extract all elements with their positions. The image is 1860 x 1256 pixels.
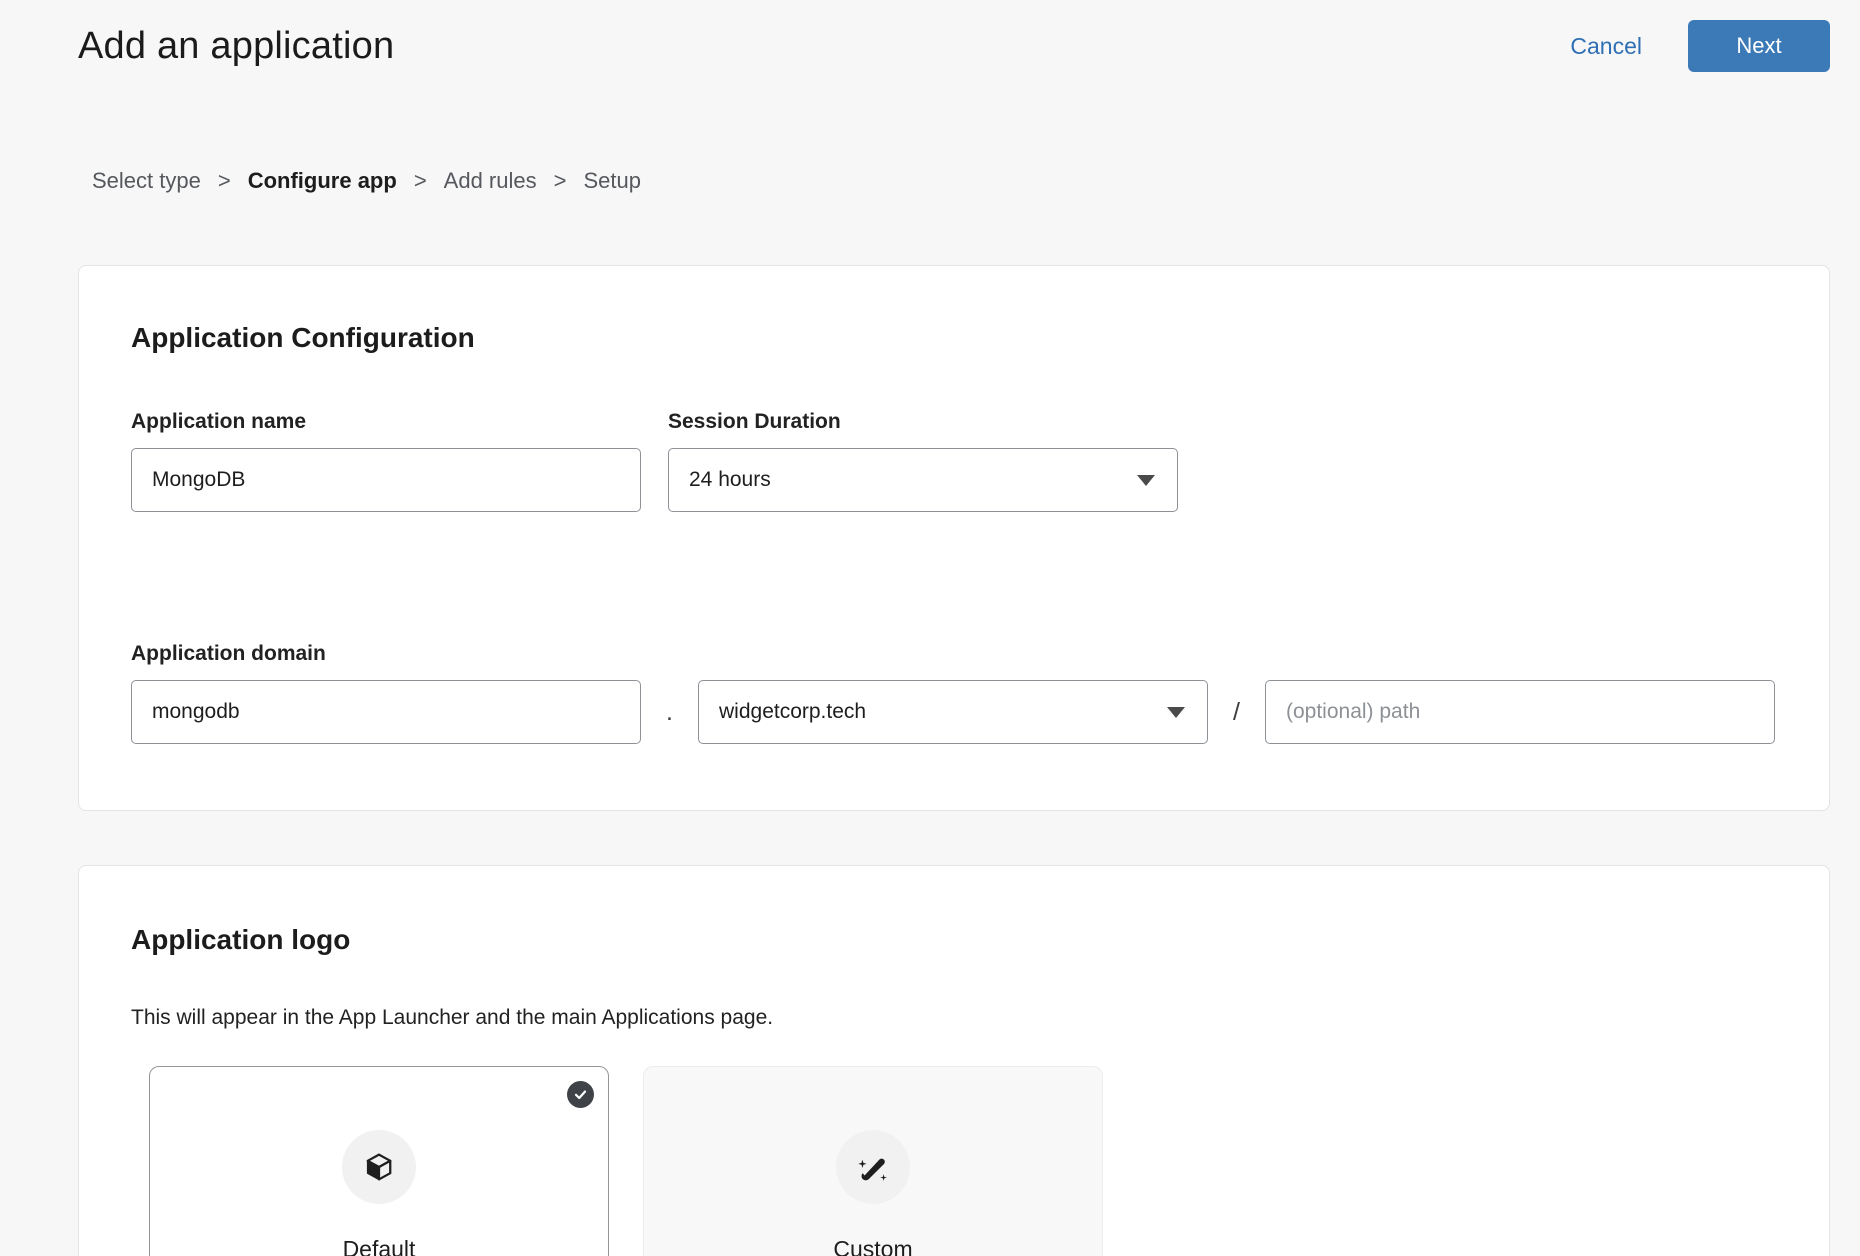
path-slash-separator: / — [1208, 698, 1265, 727]
subdomain-input[interactable] — [131, 680, 641, 744]
breadcrumb-separator: > — [218, 168, 231, 194]
header-actions: Cancel Next — [1570, 20, 1830, 72]
cancel-button[interactable]: Cancel — [1570, 33, 1642, 60]
application-domain-row: . widgetcorp.tech / — [131, 680, 1775, 744]
breadcrumb-separator: > — [414, 168, 427, 194]
cube-icon — [361, 1149, 397, 1185]
caret-down-icon — [1137, 475, 1155, 486]
breadcrumb-separator: > — [554, 168, 567, 194]
selected-check-badge — [567, 1081, 594, 1108]
application-name-label: Application name — [131, 410, 641, 434]
name-session-row: Application name Session Duration 24 hou… — [131, 410, 1777, 512]
path-input[interactable] — [1265, 680, 1775, 744]
step-select-type[interactable]: Select type — [92, 168, 201, 194]
logo-option-custom-label: Custom — [833, 1236, 912, 1256]
page-title: Add an application — [78, 25, 394, 68]
session-duration-value: 24 hours — [689, 468, 771, 492]
domain-select[interactable]: widgetcorp.tech — [698, 680, 1208, 744]
application-configuration-heading: Application Configuration — [131, 322, 1777, 354]
check-icon — [573, 1087, 588, 1102]
caret-down-icon — [1167, 707, 1185, 718]
application-configuration-card: Application Configuration Application na… — [78, 265, 1830, 811]
logo-options: Default Custom — [149, 1066, 1777, 1256]
domain-dot-separator: . — [641, 698, 698, 727]
application-logo-heading: Application logo — [131, 924, 1777, 956]
step-add-rules[interactable]: Add rules — [444, 168, 537, 194]
domain-value: widgetcorp.tech — [719, 700, 866, 724]
application-logo-card: Application logo This will appear in the… — [78, 865, 1830, 1256]
application-name-field: Application name — [131, 410, 641, 512]
next-button[interactable]: Next — [1688, 20, 1830, 72]
logo-option-custom[interactable]: Custom — [643, 1066, 1103, 1256]
logo-option-default[interactable]: Default — [149, 1066, 609, 1256]
application-name-input[interactable] — [131, 448, 641, 512]
session-duration-label: Session Duration — [668, 410, 1178, 434]
custom-logo-circle — [836, 1130, 910, 1204]
step-setup[interactable]: Setup — [583, 168, 641, 194]
session-duration-select[interactable]: 24 hours — [668, 448, 1178, 512]
application-domain-label: Application domain — [131, 642, 1777, 666]
default-logo-circle — [342, 1130, 416, 1204]
breadcrumb: Select type > Configure app > Add rules … — [92, 168, 641, 194]
logo-option-default-label: Default — [343, 1236, 416, 1256]
page-header: Add an application Cancel Next — [78, 20, 1830, 72]
step-configure-app[interactable]: Configure app — [248, 168, 397, 194]
paintbrush-icon — [854, 1148, 892, 1186]
application-logo-description: This will appear in the App Launcher and… — [131, 1006, 1777, 1030]
session-duration-field: Session Duration 24 hours — [668, 410, 1178, 512]
